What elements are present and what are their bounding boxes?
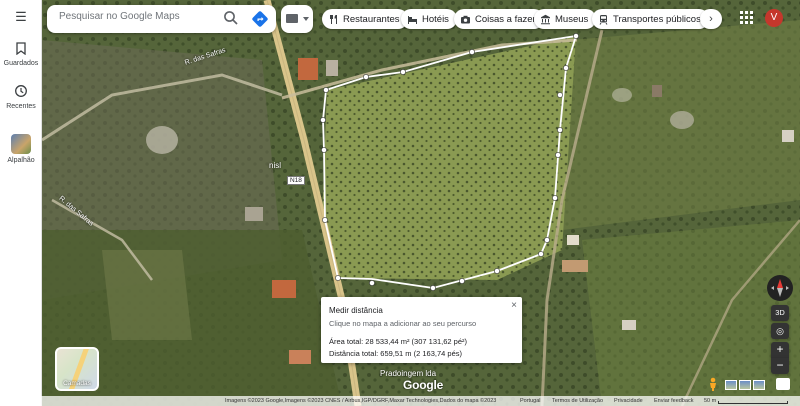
- directions-icon[interactable]: [251, 10, 269, 28]
- map-label-business[interactable]: Pradoingem lda: [380, 369, 436, 378]
- terms-link[interactable]: Termos de Utilização: [552, 398, 603, 404]
- chip-hotels[interactable]: Hotéis: [401, 9, 457, 29]
- compass-button[interactable]: [767, 275, 793, 301]
- recent-place-label: Alpalhão: [7, 157, 35, 164]
- chip-things-to-do[interactable]: Coisas a fazer: [454, 9, 544, 29]
- layers-toggle[interactable]: Camadas: [55, 347, 99, 391]
- scale-label[interactable]: 50 m: [704, 398, 716, 404]
- compass-icon: [771, 279, 789, 297]
- imagery-tile[interactable]: [753, 380, 765, 390]
- my-location-button[interactable]: ◎: [771, 323, 789, 339]
- chip-museums[interactable]: Museus: [534, 9, 597, 29]
- hamburger-icon: ☰: [15, 9, 27, 24]
- chevron-right-icon: ›: [709, 13, 713, 25]
- map-footer: Imagens ©2023 Google,Imagens ©2023 CNES …: [0, 396, 800, 406]
- search-icon[interactable]: [223, 10, 239, 26]
- camera-icon: [461, 15, 470, 23]
- bookmark-icon: [0, 42, 42, 58]
- apps-grid-icon[interactable]: [740, 11, 754, 25]
- zoom-out-button[interactable]: −: [771, 358, 789, 374]
- search-input[interactable]: [59, 11, 219, 22]
- google-logo: Google: [403, 378, 444, 392]
- measure-distance-panel: Medir distância Clique no mapa a adicion…: [321, 297, 522, 363]
- privacy-link[interactable]: Privacidade: [614, 398, 643, 404]
- scale-bar: [718, 401, 788, 404]
- measure-hint: Clique no mapa a adicionar ao seu percur…: [329, 319, 477, 328]
- attribution-text: Imagens ©2023 Google,Imagens ©2023 CNES …: [225, 398, 497, 404]
- imagery-tile[interactable]: [725, 380, 737, 390]
- zoom-in-button[interactable]: +: [771, 342, 789, 358]
- account-avatar[interactable]: V: [765, 9, 783, 27]
- place-thumbnail: [11, 134, 31, 154]
- museum-icon: [541, 14, 550, 24]
- close-icon[interactable]: ×: [511, 300, 517, 311]
- chevron-down-icon: [303, 17, 309, 21]
- hotel-icon: [408, 15, 417, 24]
- map-type-button[interactable]: [281, 5, 313, 33]
- chip-restaurants[interactable]: Restaurantes: [322, 9, 408, 29]
- saved-button[interactable]: Guardados: [0, 42, 42, 67]
- chip-transit[interactable]: Transportes públicos: [592, 9, 709, 29]
- menu-button[interactable]: ☰: [0, 10, 42, 26]
- measure-title: Medir distância: [329, 306, 383, 315]
- keyboard-icon: [286, 14, 298, 23]
- recent-button[interactable]: Recentes: [0, 84, 42, 110]
- measure-total-area: Área total: 28 533,44 m² (307 131,62 pé²…: [329, 337, 468, 346]
- map-label-place[interactable]: nisl: [269, 161, 281, 170]
- search-box: [47, 5, 276, 33]
- left-rail: ☰ Guardados Recentes Alpalhão: [0, 0, 42, 406]
- tilt-3d-button[interactable]: 3D: [771, 305, 789, 321]
- chips-next-button[interactable]: ›: [700, 9, 722, 29]
- measure-total-distance: Distância total: 659,51 m (2 163,74 pés): [329, 349, 462, 358]
- imagery-thumbnails[interactable]: [725, 380, 765, 390]
- location-icon: ◎: [776, 326, 784, 336]
- route-shield-n18: N18: [287, 176, 305, 185]
- pegman-icon[interactable]: [707, 377, 719, 391]
- region-link[interactable]: Portugal: [520, 398, 541, 404]
- feedback-link[interactable]: Enviar feedback: [654, 398, 693, 404]
- restaurant-icon: [330, 14, 337, 24]
- saved-label: Guardados: [3, 60, 39, 67]
- expand-icon[interactable]: [776, 378, 790, 390]
- imagery-tile[interactable]: [739, 380, 751, 390]
- recent-label: Recentes: [6, 103, 36, 110]
- transit-icon: [599, 14, 608, 25]
- history-icon: [0, 84, 42, 101]
- recent-place-alpalhao[interactable]: Alpalhão: [0, 134, 42, 164]
- layers-label: Camadas: [63, 380, 91, 387]
